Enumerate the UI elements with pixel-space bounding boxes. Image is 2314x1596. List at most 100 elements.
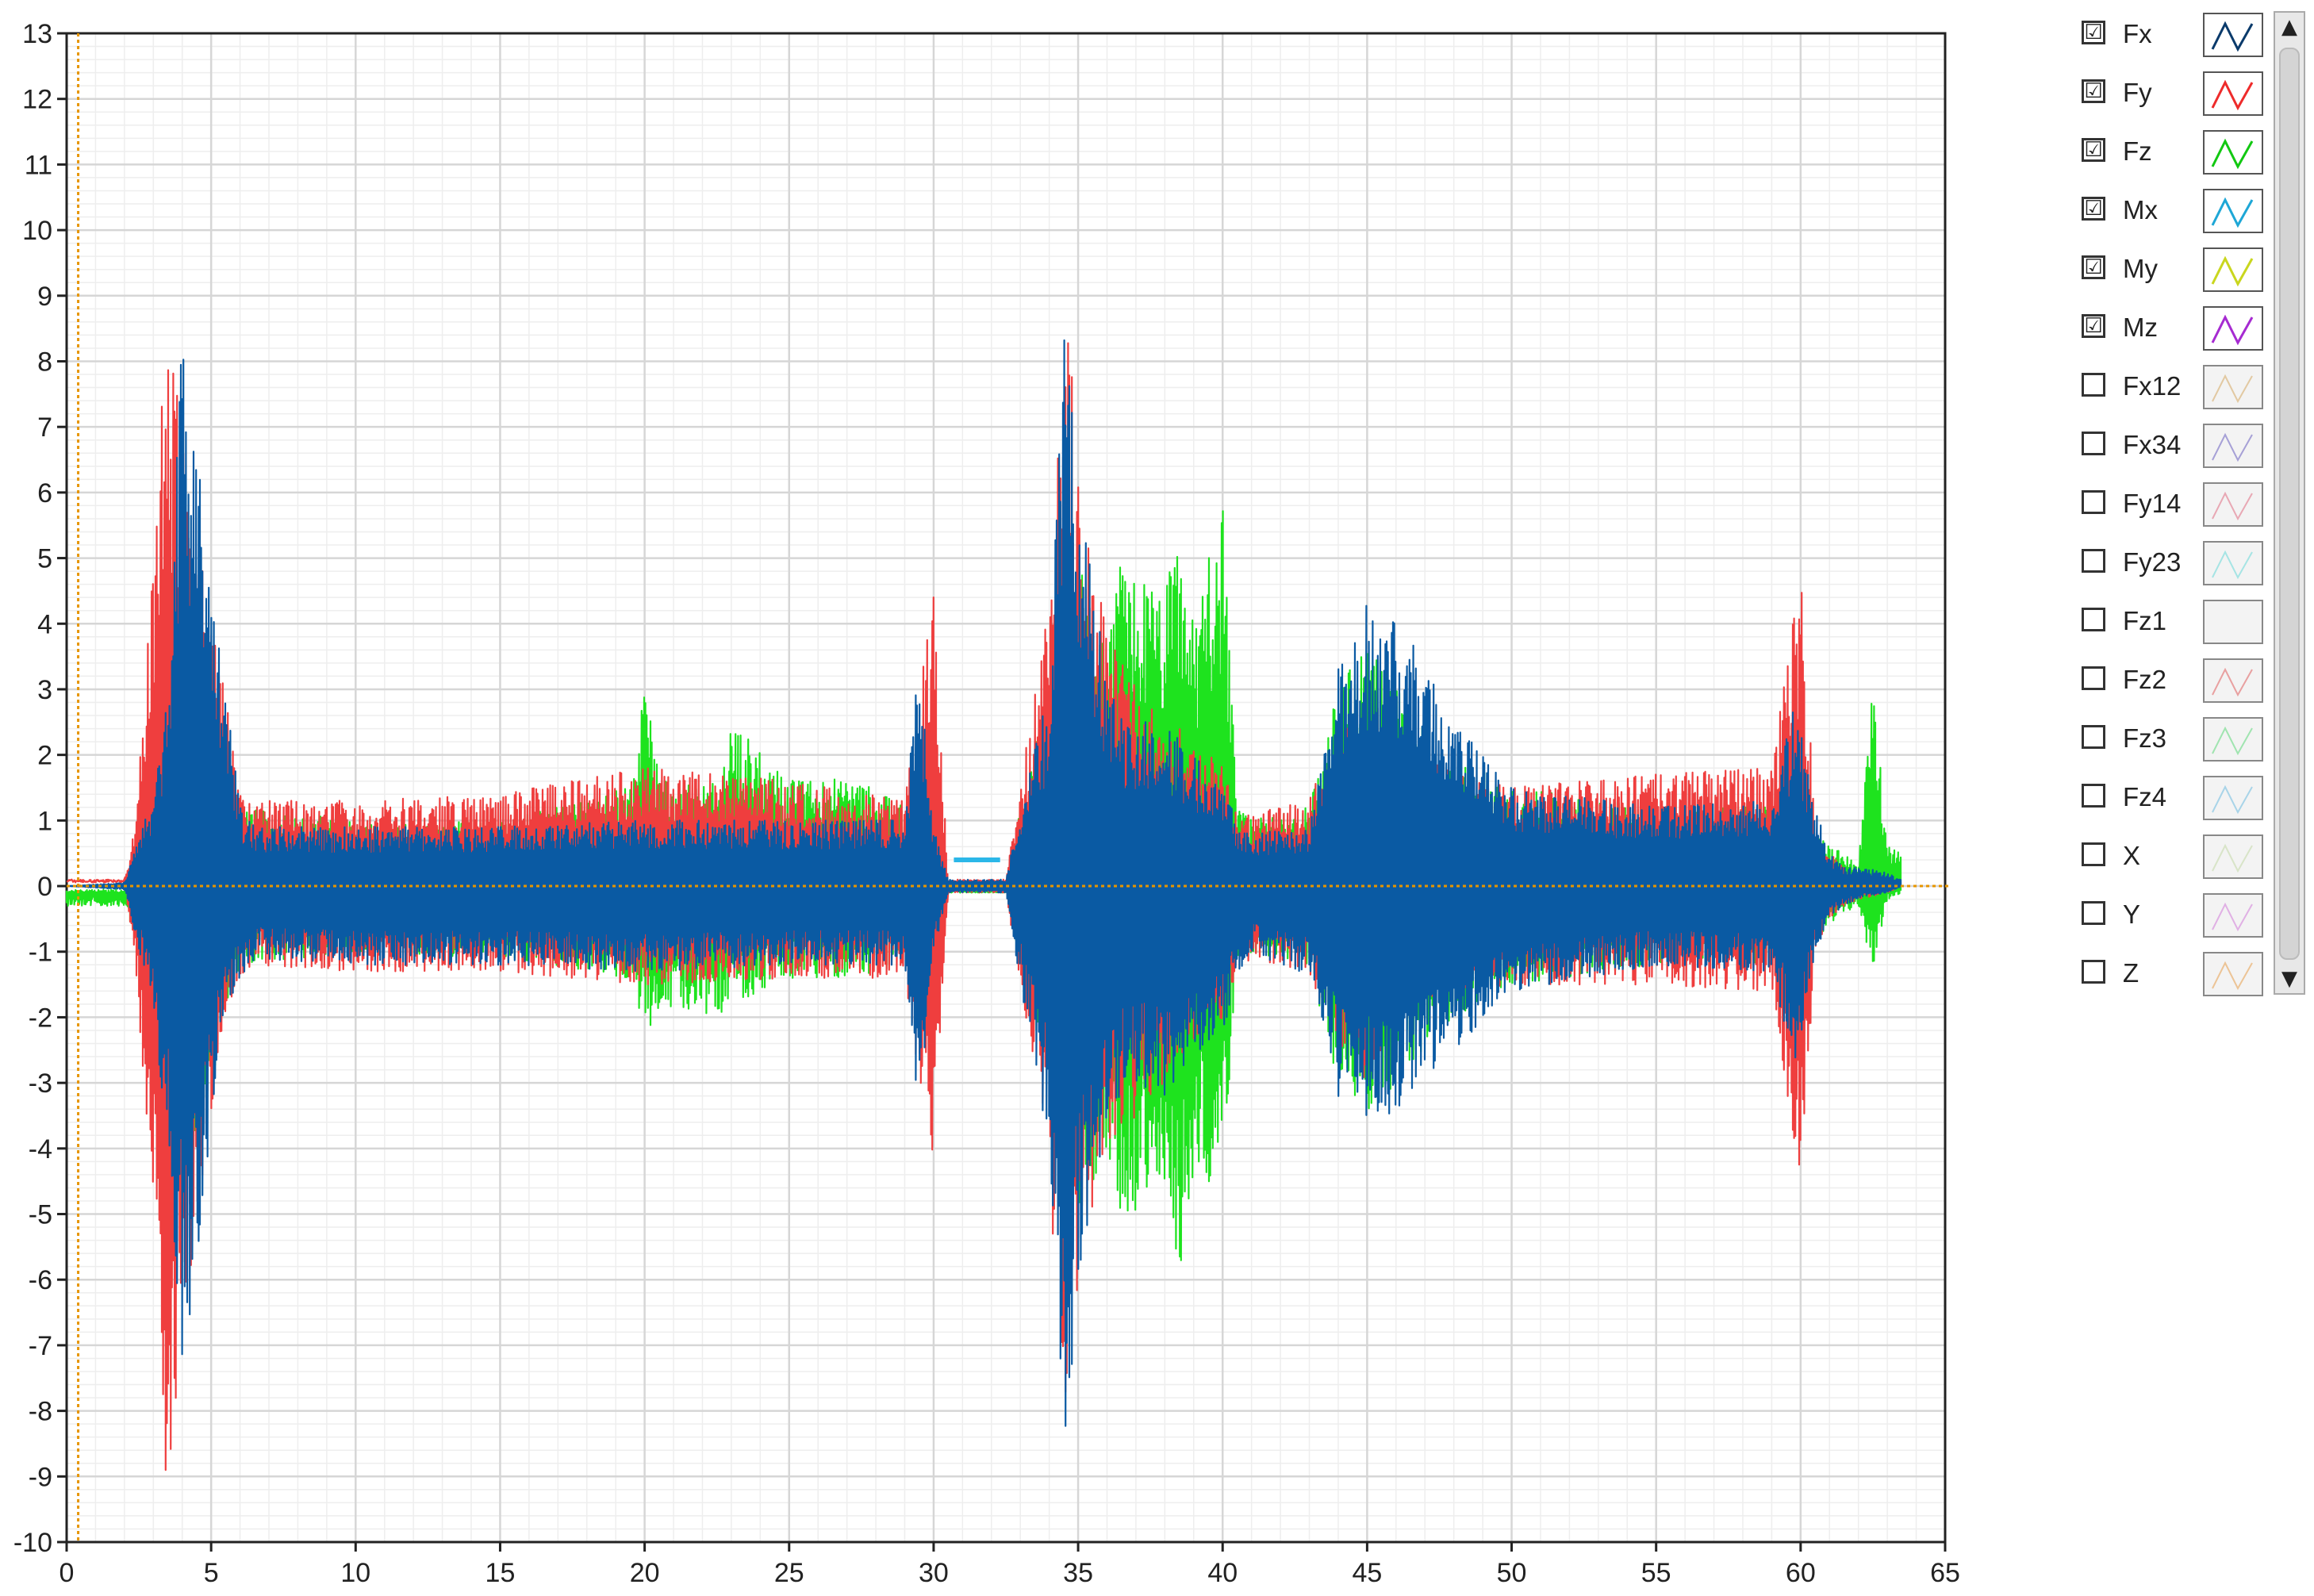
legend-swatch-fz3[interactable]: [2203, 717, 2263, 762]
checkbox-checked-icon[interactable]: ☑: [2082, 138, 2105, 162]
x-tick-label: 35: [1063, 1558, 1093, 1588]
legend-swatch-mx[interactable]: [2203, 189, 2263, 233]
legend-item-fx34[interactable]: Fx34: [2070, 422, 2269, 474]
y-tick-label: 9: [37, 282, 52, 312]
legend-item-fx12[interactable]: Fx12: [2070, 363, 2269, 416]
checkbox-unchecked-icon[interactable]: [2082, 901, 2105, 925]
scroll-up-arrow-icon[interactable]: ▲: [2275, 13, 2304, 41]
scroll-down-arrow-icon[interactable]: ▼: [2275, 965, 2304, 993]
x-tick-label: 55: [1641, 1558, 1671, 1588]
x-tick-label: 15: [485, 1558, 516, 1588]
checkbox-unchecked-icon[interactable]: [2082, 960, 2105, 984]
line-style-icon: [2212, 726, 2253, 756]
checkbox-unchecked-icon[interactable]: [2082, 432, 2105, 455]
legend-item-label: Fy14: [2123, 489, 2182, 518]
x-tick-label: 10: [340, 1558, 370, 1588]
legend-item-mz[interactable]: ☑ Mz: [2070, 305, 2269, 357]
legend-swatch-fx[interactable]: [2203, 13, 2263, 57]
checkbox-unchecked-icon[interactable]: [2082, 373, 2105, 397]
major-grid: [65, 32, 1947, 1544]
scroll-thumb[interactable]: [2279, 48, 2300, 960]
legend-item-fz1[interactable]: Fz1: [2070, 598, 2269, 650]
y-tick-label: 11: [25, 150, 52, 180]
checkbox-checked-icon[interactable]: ☑: [2082, 255, 2105, 279]
checkbox-checked-icon[interactable]: ☑: [2082, 79, 2105, 103]
checkbox-unchecked-icon[interactable]: [2082, 666, 2105, 690]
plot-frame: [65, 32, 1947, 1544]
line-style-icon: [2212, 550, 2253, 580]
plot-legend: ☑ Fx ☑ Fy ☑ Fz ☑ Mx ☑ My ☑ Mz Fx12 Fx34 Fy14 Fy23 Fz1 Fz2…: [2070, 11, 2308, 996]
checkbox-unchecked-icon[interactable]: [2082, 842, 2105, 866]
x-tick-label: 60: [1786, 1558, 1816, 1588]
legend-item-fz4[interactable]: Fz4: [2070, 774, 2269, 827]
y-tick-label: 10: [22, 216, 52, 246]
legend-item-fz[interactable]: ☑ Fz: [2070, 129, 2269, 181]
y-axis: 131211109876543210-1-2-3-4-5-6-7-8-9-10: [13, 19, 67, 1558]
x-tick-label: 0: [59, 1558, 75, 1588]
y-tick-label: -2: [29, 1003, 52, 1033]
line-style-icon: [2212, 843, 2253, 873]
legend-item-x[interactable]: X: [2070, 833, 2269, 885]
y-tick-label: 4: [37, 609, 52, 639]
legend-item-fy23[interactable]: Fy23: [2070, 539, 2269, 592]
legend-item-z[interactable]: Z: [2070, 950, 2269, 1003]
legend-item-label: Mx: [2123, 195, 2158, 224]
legend-item-fx[interactable]: ☑ Fx: [2070, 11, 2269, 63]
legend-item-label: Mz: [2123, 313, 2158, 342]
legend-item-fz2[interactable]: Fz2: [2070, 657, 2269, 709]
legend-item-label: Fx12: [2123, 371, 2182, 401]
line-style-icon: [2211, 197, 2254, 228]
legend-swatch-fy23[interactable]: [2203, 541, 2263, 585]
checkbox-unchecked-icon[interactable]: [2082, 490, 2105, 514]
legend-swatch-y[interactable]: [2203, 893, 2263, 938]
line-style-icon: [2212, 432, 2253, 462]
legend-item-label: Fz4: [2123, 782, 2167, 811]
legend-swatch-fz4[interactable]: [2203, 776, 2263, 820]
checkbox-unchecked-icon[interactable]: [2082, 725, 2105, 749]
y-tick-label: -7: [29, 1331, 52, 1361]
checkbox-checked-icon[interactable]: ☑: [2082, 314, 2105, 338]
line-style-icon: [2211, 21, 2254, 52]
legend-swatch-fx34[interactable]: [2203, 424, 2263, 468]
checkbox-unchecked-icon[interactable]: [2082, 784, 2105, 808]
checkbox-unchecked-icon[interactable]: [2082, 549, 2105, 573]
legend-item-fz3[interactable]: Fz3: [2070, 716, 2269, 768]
line-style-icon: [2212, 667, 2253, 697]
legend-swatch-fz2[interactable]: [2203, 658, 2263, 703]
line-style-icon: [2211, 314, 2254, 346]
line-style-icon: [2212, 785, 2253, 815]
legend-item-label: Fz2: [2123, 665, 2167, 694]
legend-swatch-fz[interactable]: [2203, 130, 2263, 175]
checkbox-unchecked-icon[interactable]: [2082, 608, 2105, 631]
y-tick-label: 12: [22, 85, 52, 115]
legend-item-fy[interactable]: ☑ Fy: [2070, 70, 2269, 122]
legend-item-label: Fy: [2123, 78, 2152, 107]
legend-swatch-fy14[interactable]: [2203, 482, 2263, 527]
y-tick-label: -4: [29, 1134, 52, 1164]
y-tick-label: -9: [29, 1462, 52, 1492]
y-tick-label: 5: [37, 544, 52, 574]
legend-swatch-fx12[interactable]: [2203, 365, 2263, 409]
x-tick-label: 45: [1352, 1558, 1382, 1588]
checkbox-checked-icon[interactable]: ☑: [2082, 21, 2105, 44]
legend-item-label: Fx: [2123, 19, 2152, 48]
x-tick-label: 5: [204, 1558, 219, 1588]
chart: 131211109876543210-1-2-3-4-5-6-7-8-9-10 …: [13, 19, 1960, 1588]
legend-swatch-fz1[interactable]: [2203, 600, 2263, 644]
legend-swatch-mz[interactable]: [2203, 306, 2263, 351]
legend-item-label: Fx34: [2123, 430, 2182, 459]
legend-swatch-my[interactable]: [2203, 247, 2263, 292]
legend-item-y[interactable]: Y: [2070, 892, 2269, 944]
legend-item-fy14[interactable]: Fy14: [2070, 481, 2269, 533]
line-style-icon: [2212, 902, 2253, 932]
line-style-icon: [2212, 374, 2253, 404]
legend-item-mx[interactable]: ☑ Mx: [2070, 187, 2269, 240]
legend-item-my[interactable]: ☑ My: [2070, 246, 2269, 298]
checkbox-checked-icon[interactable]: ☑: [2082, 197, 2105, 221]
y-tick-label: -8: [29, 1397, 52, 1427]
legend-swatch-fy[interactable]: [2203, 71, 2263, 116]
legend-item-label: Fy23: [2123, 547, 2182, 577]
legend-scrollbar[interactable]: ▲ ▼: [2274, 11, 2305, 995]
legend-swatch-z[interactable]: [2203, 952, 2263, 996]
legend-swatch-x[interactable]: [2203, 834, 2263, 879]
